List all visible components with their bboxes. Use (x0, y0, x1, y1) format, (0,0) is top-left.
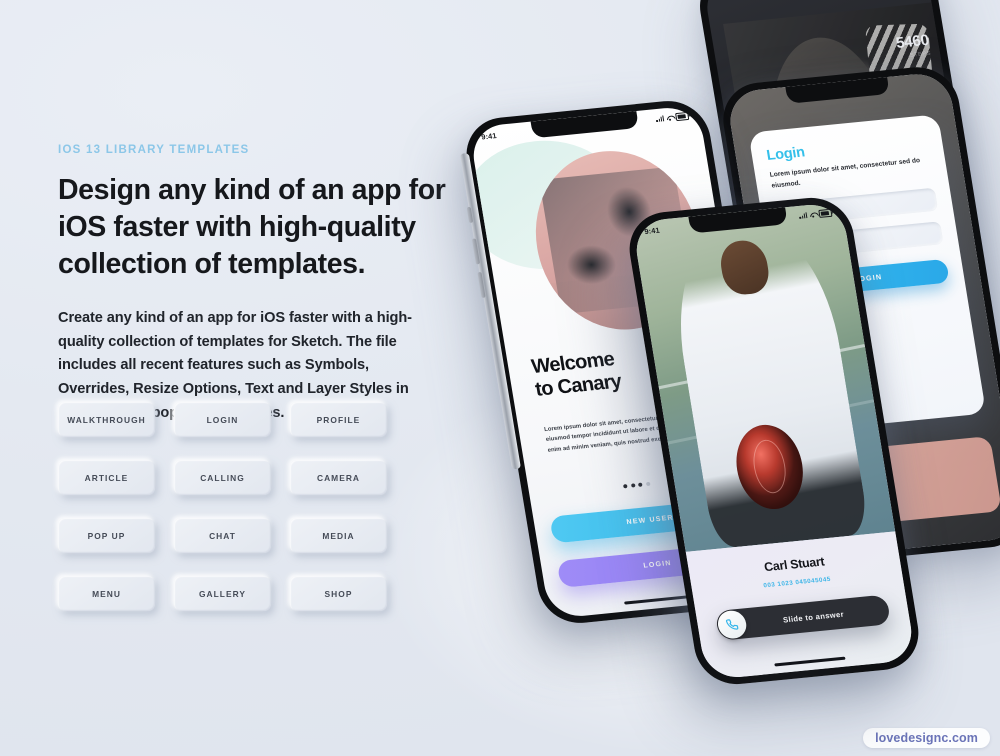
category-button-login[interactable]: LOGIN (174, 402, 271, 437)
category-button-menu[interactable]: MENU (58, 576, 155, 611)
status-icons (656, 112, 690, 123)
category-button-shop[interactable]: SHOP (290, 576, 387, 611)
page-title: Design any kind of an app for iOS faster… (58, 173, 446, 280)
category-button-calling[interactable]: CALLING (174, 460, 271, 495)
category-button-popup[interactable]: POP UP (58, 518, 155, 553)
status-time: 9:41 (480, 130, 498, 141)
device-mockup-scene: 5460 STEPS 1535 CALORIES 9:41 (459, 0, 1000, 756)
category-button-label: PROFILE (316, 414, 361, 425)
caller-photo (631, 201, 896, 553)
stat-value: 5460 (894, 31, 931, 53)
category-button-label: ARTICLE (84, 472, 129, 483)
walkthrough-title: Welcome to Canary (530, 348, 623, 402)
slide-to-answer-control[interactable]: Slide to answer (714, 594, 892, 642)
battery-icon (818, 209, 833, 218)
call-info-panel: Carl Stuart 003 1023 045045045 Slide to … (685, 531, 917, 681)
category-button-media[interactable]: MEDIA (290, 518, 387, 553)
slide-to-answer-label: Slide to answer (782, 609, 845, 625)
category-button-article[interactable]: ARTICLE (58, 460, 155, 495)
status-time: 9:41 (643, 225, 661, 236)
login-label: LOGIN (642, 559, 673, 570)
poster-canvas: IOS 13 LIBRARY TEMPLATES Design any kind… (0, 0, 1000, 756)
category-button-label: CALLING (200, 472, 245, 483)
category-button-label: WALKTHROUGH (67, 414, 146, 425)
category-button-label: CAMERA (316, 472, 361, 483)
hero-copy-block: IOS 13 LIBRARY TEMPLATES Design any kind… (58, 144, 458, 425)
page-dot-active (630, 483, 636, 488)
status-bar: 9:41 (469, 107, 701, 146)
category-button-label: GALLERY (198, 588, 247, 599)
category-button-label: SHOP (324, 588, 353, 599)
eyebrow-label: IOS 13 LIBRARY TEMPLATES (58, 144, 250, 156)
signal-icon (799, 212, 808, 219)
category-button-camera[interactable]: CAMERA (290, 460, 387, 495)
category-button-label: MENU (92, 588, 121, 599)
status-icons (799, 209, 833, 220)
page-dot-active (638, 482, 644, 487)
category-button-walkthrough[interactable]: WALKTHROUGH (58, 402, 155, 437)
wifi-icon (666, 114, 674, 121)
athlete-head (716, 238, 773, 297)
athlete-figure (664, 224, 871, 550)
page-indicator-dots[interactable] (623, 481, 651, 489)
watermark: lovedesignc.com (863, 728, 990, 748)
stat-steps: 5460 STEPS (895, 32, 932, 61)
phone-icon[interactable] (715, 609, 749, 641)
category-button-chat[interactable]: CHAT (174, 518, 271, 553)
category-button-label: LOGIN (206, 414, 239, 425)
signal-icon (656, 115, 665, 123)
category-button-gallery[interactable]: GALLERY (174, 576, 271, 611)
new-user-label: NEW USER (626, 514, 675, 527)
category-button-label: MEDIA (322, 530, 355, 541)
category-button-profile[interactable]: PROFILE (290, 402, 387, 437)
category-button-label: CHAT (209, 530, 236, 541)
page-dot-active (623, 484, 628, 489)
battery-icon (675, 112, 690, 121)
basketball (729, 421, 809, 512)
wifi-icon (809, 211, 817, 218)
page-dot-inactive (645, 481, 651, 487)
category-button-label: POP UP (87, 530, 126, 541)
category-button-grid: WALKTHROUGH LOGIN PROFILE ARTICLE CALLIN… (58, 402, 388, 611)
